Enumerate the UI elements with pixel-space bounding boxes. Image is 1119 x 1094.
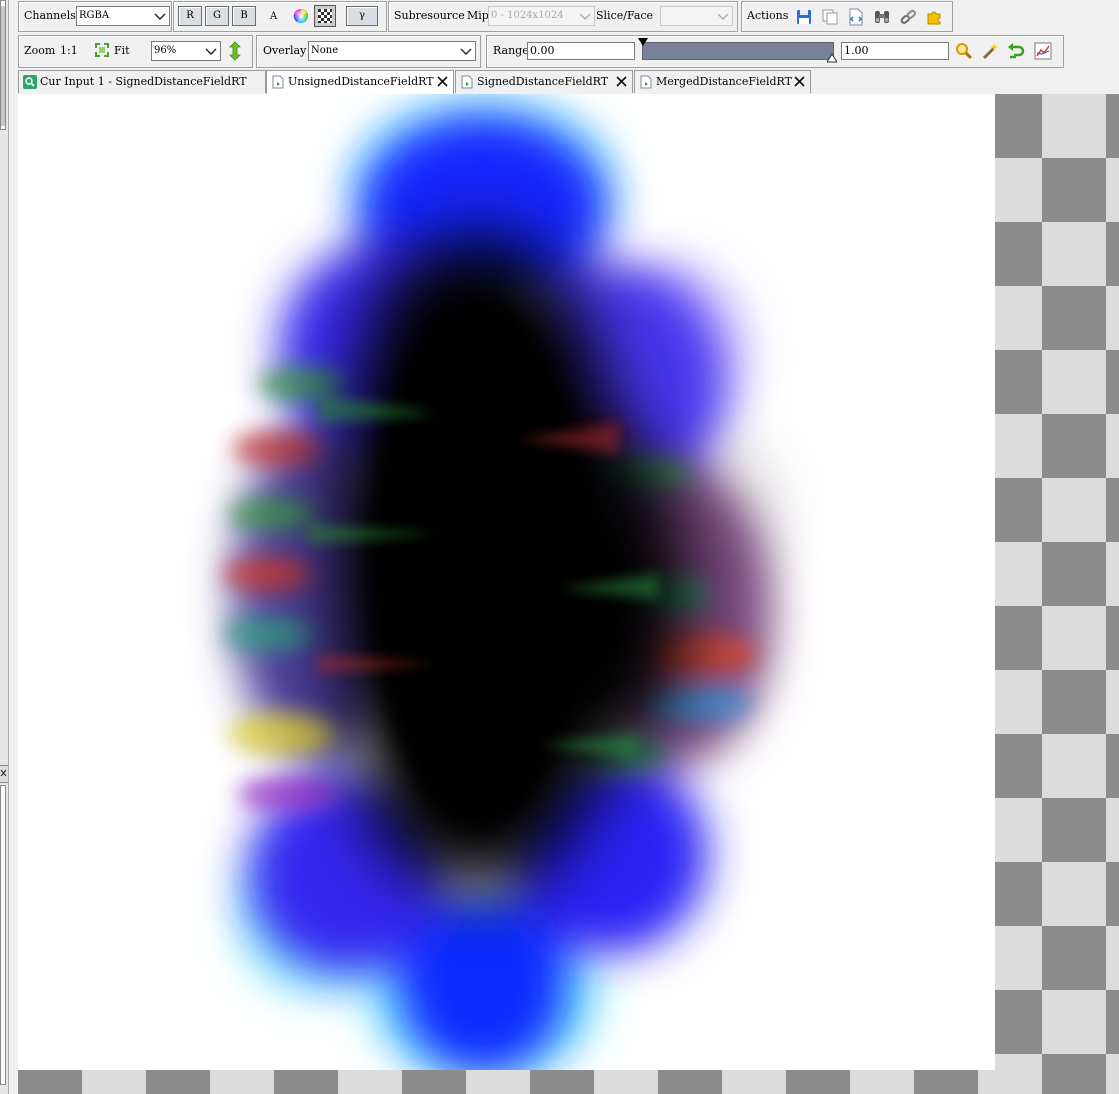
tab-unsigned-distance-field[interactable]: UnsignedDistanceFieldRT <box>266 70 454 94</box>
fit-window-icon[interactable] <box>93 41 111 59</box>
range-max-handle[interactable] <box>827 53 837 63</box>
close-icon[interactable] <box>794 76 805 87</box>
mip-label: Mip <box>467 9 489 22</box>
actions-group: Actions <box>741 1 953 32</box>
mip-select[interactable]: 0 - 1024x1024 <box>488 6 595 26</box>
zoom-group: Zoom 1:1 Fit 96% <box>18 35 253 68</box>
tab-label: Cur Input 1 - SignedDistanceFieldRT <box>40 75 247 88</box>
alpha-channel-toggle[interactable]: A <box>270 10 277 24</box>
zoom-label: Zoom <box>24 44 56 57</box>
range-label: Range <box>493 44 529 57</box>
close-icon[interactable] <box>437 76 448 87</box>
gamma-toggle[interactable]: γ <box>346 6 378 26</box>
fit-button[interactable]: Fit <box>114 44 130 58</box>
checkerboard-toggle[interactable] <box>314 5 336 27</box>
range-slider-bar[interactable] <box>642 42 834 60</box>
left-dock-panel <box>0 0 9 1094</box>
checkerboard-icon <box>318 9 332 23</box>
histogram-icon[interactable] <box>1033 41 1053 61</box>
copy-icon[interactable] <box>820 7 840 27</box>
link-icon[interactable] <box>898 7 918 27</box>
wand-icon[interactable] <box>980 41 1000 61</box>
actions-label: Actions <box>747 9 789 22</box>
overlay-select[interactable]: None <box>308 41 476 61</box>
channels-group: Channels RGBA <box>18 1 172 32</box>
chevron-down-icon <box>460 48 472 55</box>
range-min-input[interactable]: 0.00 <box>527 42 635 60</box>
subresource-group: Subresource Mip 0 - 1024x1024 Slice/Face <box>388 1 738 32</box>
texture-tab-icon <box>640 75 652 89</box>
close-icon[interactable] <box>616 76 627 87</box>
color-wheel-icon[interactable] <box>291 6 311 26</box>
texture-tab-icon <box>272 75 284 89</box>
mip-select-value: 0 - 1024x1024 <box>491 10 564 21</box>
open-resource-icon[interactable] <box>846 7 866 27</box>
range-group: Range 0.00 1.00 <box>486 35 1064 68</box>
magnifier-icon[interactable] <box>954 41 974 61</box>
texture-viewer[interactable] <box>18 94 1119 1094</box>
green-channel-toggle[interactable]: G <box>205 6 229 26</box>
slice-face-select[interactable] <box>660 6 733 26</box>
zoom-select[interactable]: 96% <box>151 41 221 61</box>
left-panel-lower-list[interactable] <box>0 785 6 1085</box>
chevron-down-icon <box>205 48 217 55</box>
chevron-down-icon <box>579 13 591 20</box>
blue-channel-toggle[interactable]: B <box>232 6 256 26</box>
tab-signed-distance-field[interactable]: SignedDistanceFieldRT <box>455 70 633 93</box>
left-panel-splitter[interactable] <box>0 765 8 783</box>
range-max-input[interactable]: 1.00 <box>841 42 949 60</box>
chevron-down-icon <box>717 13 729 20</box>
texture-image[interactable] <box>18 94 995 1070</box>
channels-label: Channels <box>24 9 76 22</box>
close-icon[interactable] <box>0 768 8 780</box>
overlay-label: Overlay <box>263 44 307 57</box>
zoom-select-value: 96% <box>154 45 177 56</box>
channel-toggle-group: R G B A γ <box>173 1 387 32</box>
zoom-1to1-button[interactable]: 1:1 <box>60 44 78 58</box>
search-tab-icon <box>23 75 37 89</box>
puzzle-icon[interactable] <box>924 7 944 27</box>
tab-merged-distance-field[interactable]: MergedDistanceFieldRT <box>634 70 811 93</box>
undo-arrow-icon[interactable] <box>1006 41 1026 61</box>
tab-cur-input[interactable]: Cur Input 1 - SignedDistanceFieldRT <box>18 70 266 93</box>
overlay-select-value: None <box>311 45 339 56</box>
texture-tab-icon <box>461 75 473 89</box>
subresource-label: Subresource <box>394 9 465 22</box>
slice-face-label: Slice/Face <box>596 9 654 22</box>
range-min-handle[interactable] <box>638 38 648 48</box>
overlay-group: Overlay None <box>256 35 481 68</box>
distance-field-image <box>18 94 995 1070</box>
channels-select[interactable]: RGBA <box>76 6 170 26</box>
vertical-arrows-icon[interactable] <box>226 41 244 61</box>
tab-label: SignedDistanceFieldRT <box>477 75 609 88</box>
tab-label: MergedDistanceFieldRT <box>656 75 792 88</box>
chevron-down-icon <box>154 13 166 20</box>
channels-select-value: RGBA <box>79 10 110 21</box>
left-panel-scroll-thumb[interactable] <box>1 6 5 126</box>
tab-label: UnsignedDistanceFieldRT <box>288 75 434 88</box>
save-icon[interactable] <box>794 7 814 27</box>
red-channel-toggle[interactable]: R <box>178 6 202 26</box>
binoculars-icon[interactable] <box>872 7 892 27</box>
